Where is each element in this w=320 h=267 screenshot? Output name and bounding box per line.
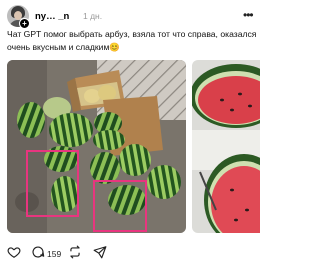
action-bar: 159: [0, 244, 260, 262]
comment-count: 159: [47, 249, 62, 259]
watermelon-photo[interactable]: [7, 60, 186, 233]
post-caption: Чат GPT помог выбрать арбуз, взяла тот ч…: [7, 29, 257, 52]
cut-watermelon-photo[interactable]: [192, 60, 260, 233]
heart-icon[interactable]: [7, 245, 21, 259]
thread-post: + ny… _n 1 дн. ••• Чат GPT помог выбрать…: [0, 0, 260, 267]
comment-icon[interactable]: [31, 245, 45, 259]
repost-icon[interactable]: [68, 245, 82, 259]
more-icon[interactable]: •••: [243, 8, 254, 22]
post-time: 1 дн.: [83, 11, 103, 21]
share-icon[interactable]: [93, 245, 107, 259]
username[interactable]: ny… _n: [35, 11, 69, 22]
